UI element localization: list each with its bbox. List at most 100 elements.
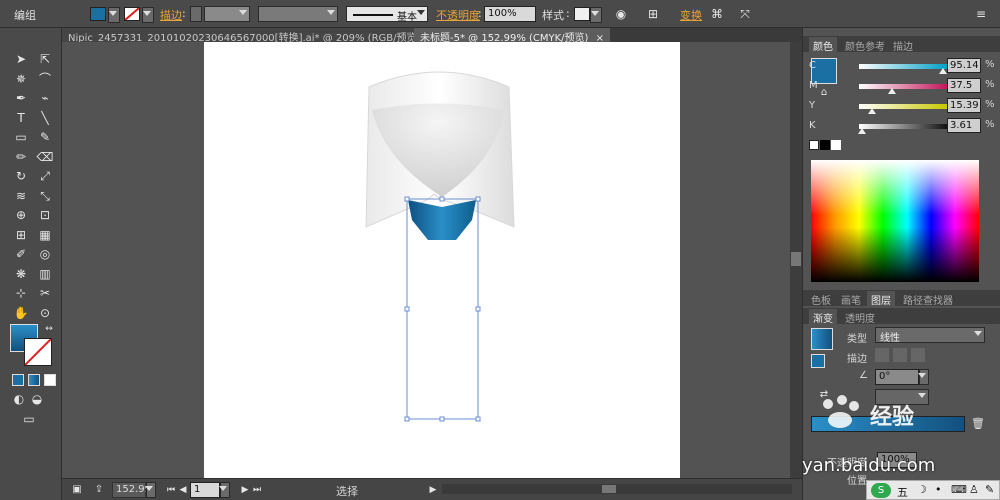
warp-icon[interactable]: ≋ [12,187,30,205]
scale-icon[interactable]: ⤢ [36,167,54,185]
direct-selection-icon[interactable]: ⇱ [36,50,54,68]
punctuation-icon[interactable]: • [935,483,942,496]
stroke-along-icon[interactable] [893,348,907,362]
rectangle-icon[interactable]: ▭ [12,128,30,146]
scroll-thumb[interactable] [791,252,801,266]
eyedropper-icon[interactable]: ✐ [12,245,30,263]
channel-value-field[interactable]: 3.61 [947,118,981,133]
rotate-icon[interactable]: ↻ [12,167,30,185]
variable-width-profile[interactable] [258,6,338,22]
pen-icon[interactable]: ✒ [12,89,30,107]
user-icon[interactable]: ♙ [969,483,979,496]
channel-value-field[interactable]: 95.14 [947,58,981,73]
stroke-color-icon[interactable] [24,338,52,366]
artboard[interactable] [204,42,680,478]
channel-slider[interactable] [859,64,947,74]
tab-layers[interactable]: 图层 [867,291,895,308]
none-swatch[interactable] [809,140,819,150]
graph-icon[interactable]: ▥ [36,265,54,283]
panel-menu-icon[interactable]: ≡ [972,5,990,23]
gradient-icon[interactable]: ▦ [36,226,54,244]
selection-icon[interactable]: ➤ [12,50,30,68]
zoom-icon[interactable]: ⊙ [36,304,54,322]
paintbrush-icon[interactable]: ✎ [36,128,54,146]
isolate-icon[interactable]: ⌘ [708,5,726,23]
gradient-fill-toggle[interactable] [811,354,825,368]
tab-gradient[interactable]: 渐变 [809,309,837,326]
lasso-icon[interactable]: ⌒ [36,70,54,88]
keyboard-icon[interactable]: ⌨ [951,483,967,496]
channel-slider[interactable] [858,124,947,134]
symbol-sprayer-icon[interactable]: ❋ [12,265,30,283]
last-artboard-icon[interactable]: ⏭ [248,481,266,499]
trash-icon[interactable]: 🗑 [969,415,987,433]
tab-pathfinder[interactable]: 路径查找器 [899,291,957,308]
artboard-field[interactable]: 1 [190,482,220,498]
tab-transparency[interactable]: 透明度 [841,309,879,326]
h-scroll-thumb[interactable] [602,485,616,493]
perspective-icon[interactable]: ⊡ [36,206,54,224]
screen-mode-icon[interactable]: ▭ [20,410,38,428]
vertical-scrollbar[interactable] [790,42,802,478]
angle-field[interactable]: 0° [875,369,919,385]
gradient-mode-icon[interactable] [28,374,40,386]
slice-icon[interactable]: ✂ [36,284,54,302]
channel-slider[interactable] [859,104,947,114]
opacity-field[interactable]: 100% [484,6,536,22]
moon-icon[interactable]: ☽ [917,483,927,496]
white-swatch[interactable] [831,140,841,150]
blend-icon[interactable]: ◎ [36,245,54,263]
shape-builder-icon[interactable]: ⊕ [12,206,30,224]
recolor-artwork-icon[interactable]: ◉ [612,5,630,23]
graphic-style-swatch[interactable] [574,7,590,21]
draw-mode-icon[interactable]: ◐ [10,390,28,408]
channel-slider-thumb[interactable] [938,68,947,74]
hand-icon[interactable]: ✋ [12,304,30,322]
channel-slider-thumb[interactable] [888,88,896,94]
stroke-dropdown[interactable] [142,7,154,23]
draw-inside-icon[interactable]: ◒ [28,390,46,408]
channel-value-field[interactable]: 15.39 [947,98,981,113]
curvature-icon[interactable]: ⌁ [36,89,54,107]
tab-color[interactable]: 颜色 [809,37,837,54]
stroke-weight-field[interactable] [204,6,250,22]
shirt-collar-artwork[interactable] [204,42,680,478]
sogou-ime-icon[interactable]: S [871,483,891,498]
channel-slider-thumb[interactable] [868,108,877,114]
tab-brushes[interactable]: 画笔 [837,291,865,308]
fill-swatch[interactable] [90,7,106,21]
style-dropdown[interactable] [590,7,602,23]
angle-dropdown[interactable] [918,369,929,385]
stroke-within-icon[interactable] [875,348,889,362]
color-spectrum[interactable] [811,160,979,282]
align-icon[interactable]: ⊞ [644,5,662,23]
line-icon[interactable]: ╲ [36,109,54,127]
stroke-across-icon[interactable] [911,348,925,362]
opacity-link[interactable]: 不透明度 [436,7,480,23]
horizontal-scrollbar[interactable] [442,484,792,494]
stroke-link[interactable]: 描边 [160,7,182,23]
free-transform-icon[interactable]: ⤡ [36,187,54,205]
type-icon[interactable]: T [12,109,30,127]
zoom-field[interactable]: 152.99 [112,482,151,498]
stroke-swatch[interactable] [124,7,140,21]
transform-link[interactable]: 变换 [680,7,702,23]
tab-stroke[interactable]: 描边 [889,37,917,54]
mesh-icon[interactable]: ⊞ [12,226,30,244]
transform-options-icon[interactable]: ⤧ [736,5,754,23]
swap-colors-icon[interactable]: ↔ [40,320,58,338]
tab-swatches[interactable]: 色板 [807,291,835,308]
share-icon[interactable]: ⇪ [90,481,108,499]
artboard-dropdown[interactable] [219,482,230,498]
ime-mode-label[interactable]: 五 [897,484,908,500]
tab-color-guide[interactable]: 颜色参考 [841,37,889,54]
none-mode-icon[interactable] [44,374,56,386]
zoom-dropdown[interactable] [145,482,156,498]
black-swatch[interactable] [820,140,830,150]
stroke-weight-stepper[interactable] [190,6,202,22]
brush-definition[interactable]: 基本 [346,6,428,23]
tab-nipic[interactable]: Nipic_2457331_20101020230646567000[转换].a… [62,28,442,44]
magic-wand-icon[interactable]: ✵ [12,70,30,88]
gpu-icon[interactable]: ▣ [68,481,86,499]
gradient-preview-swatch[interactable] [811,328,833,350]
